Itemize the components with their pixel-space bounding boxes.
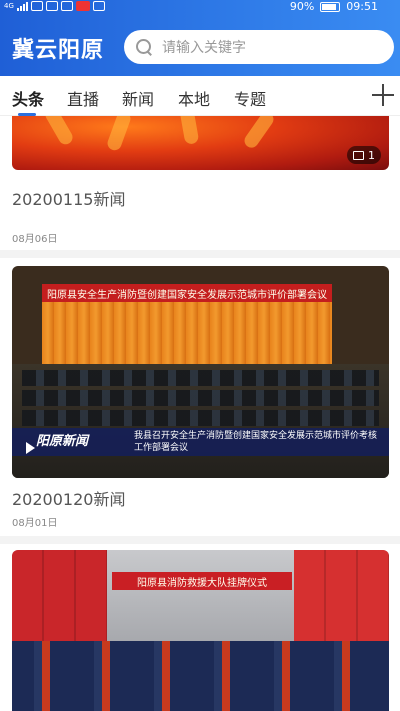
channel-tabs: 头条 直播 新闻 本地 专题 [0, 76, 400, 116]
status-bar: 4G 90% 09:51 [0, 0, 400, 16]
news-title[interactable]: 20200120新闻 [12, 486, 125, 510]
ceremony-banner: 阳原县消防救援大队挂牌仪式 [112, 572, 292, 590]
search-input[interactable]: 请输入关键字 [162, 37, 246, 57]
news-thumbnail[interactable]: 阳原县消防救援大队挂牌仪式 [12, 550, 389, 711]
news-video-thumbnail[interactable]: 阳原县安全生产消防暨创建国家安全发展示范城市评价部署会议 阳原新闻 我县召开安全… [12, 266, 389, 478]
network-type: 4G [4, 2, 14, 10]
image-count: 1 [368, 148, 375, 162]
firefighters-crowd [12, 641, 389, 711]
status-icons-right: 90% 09:51 [290, 0, 378, 13]
divider [0, 536, 400, 544]
play-icon[interactable] [26, 442, 35, 454]
meeting-banner: 阳原县安全生产消防暨创建国家安全发展示范城市评价部署会议 [42, 284, 332, 302]
stage-curtain [42, 296, 332, 366]
tab-news[interactable]: 新闻 [122, 86, 154, 110]
tab-live[interactable]: 直播 [67, 86, 99, 110]
news-app-icon [75, 1, 90, 11]
search-box[interactable]: 请输入关键字 [124, 30, 394, 64]
news-program-logo: 阳原新闻 [36, 434, 89, 449]
divider [0, 250, 400, 258]
app-notification-icon [45, 1, 58, 11]
battery-percent: 90% [289, 0, 315, 13]
news-date: 08月06日 [12, 234, 58, 245]
news-caption: 我县召开安全生产消防暨创建国家安全发展示范城市评价考核工作部署会议 [134, 431, 378, 453]
tab-headlines[interactable]: 头条 [12, 86, 44, 110]
image-count-badge: 1 [347, 146, 381, 164]
news-title[interactable]: 20200115新闻 [12, 186, 125, 210]
news-date: 08月01日 [12, 518, 58, 529]
tab-local[interactable]: 本地 [178, 86, 210, 110]
status-icons-left: 4G [4, 1, 105, 11]
picture-icon [353, 150, 364, 160]
nfc-icon [30, 1, 43, 11]
tab-topics[interactable]: 专题 [234, 86, 266, 110]
signal-icon [16, 1, 28, 11]
battery-icon [320, 1, 341, 12]
app-notification-icon-2 [60, 1, 73, 11]
app-header: 4G 90% 09:51 冀云阳原 请输入关键字 [0, 0, 400, 76]
search-icon [136, 39, 152, 55]
clock: 09:51 [346, 0, 378, 13]
news-thumbnail[interactable]: 1 [12, 116, 389, 170]
wifi-icon [92, 1, 105, 11]
app-title: 冀云阳原 [12, 38, 105, 63]
add-channel-icon[interactable] [372, 84, 394, 106]
meeting-hall [12, 364, 389, 478]
